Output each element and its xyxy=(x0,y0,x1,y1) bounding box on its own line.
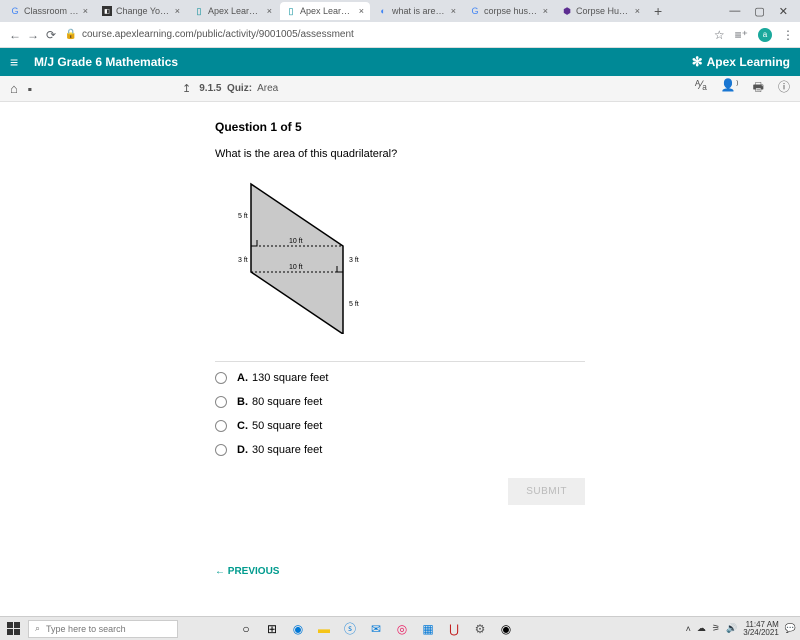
back-icon[interactable]: ← xyxy=(6,28,24,42)
profile-avatar[interactable]: a xyxy=(758,28,772,42)
brand-icon: ✻ xyxy=(692,54,703,70)
windows-start-icon[interactable] xyxy=(4,619,24,638)
submit-button[interactable]: SUBMIT xyxy=(508,478,585,505)
mcafee-icon[interactable]: ⋃ xyxy=(446,621,462,637)
volume-icon[interactable]: 🔊 xyxy=(726,623,737,634)
wifi-icon[interactable]: ⚞ xyxy=(712,623,720,634)
reload-icon[interactable]: ⟳ xyxy=(42,28,60,42)
course-title: M/J Grade 6 Mathematics xyxy=(34,55,178,69)
question-prompt: What is the area of this quadrilateral? xyxy=(215,148,585,160)
radio-icon[interactable] xyxy=(215,444,227,456)
previous-link[interactable]: ← PREVIOUS xyxy=(215,566,279,577)
apex-header: ≡ M/J Grade 6 Mathematics ✻ Apex Learnin… xyxy=(0,48,800,76)
new-tab-button[interactable]: + xyxy=(648,3,668,19)
browser-tab[interactable]: ◐what is area of× xyxy=(372,2,462,20)
mail-icon[interactable]: ✉ xyxy=(368,621,384,637)
label-mid-top: 10 ft xyxy=(289,238,303,245)
sub-toolbar: ⌂ 🞍 ↥ 9.1.5 Quiz: Area ᴬ⁄ₐ 👤⁾ 🖶 ⓘ xyxy=(0,76,800,102)
task-view-icon[interactable]: ⊞ xyxy=(264,621,280,637)
system-tray[interactable]: ˄ ☁ ⚞ 🔊 11:47 AM 3/24/2021 💬 xyxy=(686,621,796,637)
label-mid-left: 3 ft xyxy=(238,257,248,264)
close-icon[interactable]: × xyxy=(635,6,640,16)
chrome-icon[interactable]: ◉ xyxy=(498,621,514,637)
answer-option[interactable]: D. 30 square feet xyxy=(215,444,585,456)
question-figure: 5 ft 3 ft 10 ft 10 ft 3 ft 5 ft xyxy=(221,174,381,334)
close-icon[interactable]: × xyxy=(83,6,88,16)
minimize-icon[interactable]: — xyxy=(729,5,740,18)
divider xyxy=(215,361,585,362)
apex-icon: ▯ xyxy=(286,6,296,16)
label-mid-bottom: 10 ft xyxy=(289,264,303,271)
browser-address-bar: ← → ⟳ 🔒 course.apexlearning.com/public/a… xyxy=(0,22,800,48)
browser-tabstrip: GClassroom | Goo× ◧Change Your Pa× ▯Apex… xyxy=(0,0,800,22)
close-window-icon[interactable]: ✕ xyxy=(779,5,788,18)
translate-icon[interactable]: ᴬ⁄ₐ xyxy=(695,78,707,99)
radio-icon[interactable] xyxy=(215,420,227,432)
browser-tab[interactable]: ▯Apex Learning× xyxy=(188,2,278,20)
taskbar-clock[interactable]: 11:47 AM 3/24/2021 xyxy=(743,621,779,637)
radio-icon[interactable] xyxy=(215,372,227,384)
close-icon[interactable]: × xyxy=(359,6,364,16)
close-icon[interactable]: × xyxy=(451,6,456,16)
close-icon[interactable]: × xyxy=(267,6,272,16)
print-icon[interactable]: 🖶 xyxy=(753,78,764,99)
favicon-icon: ⬢ xyxy=(562,6,572,16)
browser-tab[interactable]: GClassroom | Goo× xyxy=(4,2,94,20)
app-icon[interactable]: ◎ xyxy=(394,621,410,637)
forward-icon[interactable]: → xyxy=(24,28,42,42)
read-aloud-icon[interactable]: 👤⁾ xyxy=(721,78,739,99)
answer-option[interactable]: A. 130 square feet xyxy=(215,372,585,384)
reading-list-icon[interactable]: ≡⁺ xyxy=(735,28,748,42)
brand-logo[interactable]: ✻ Apex Learning xyxy=(692,54,790,70)
search-placeholder: Type here to search xyxy=(46,624,126,634)
url-text[interactable]: course.apexlearning.com/public/activity/… xyxy=(78,29,714,40)
maximize-icon[interactable]: ▢ xyxy=(754,5,764,18)
question-title: Question 1 of 5 xyxy=(215,120,585,134)
search-icon: ⌕ xyxy=(35,623,40,634)
notifications-icon[interactable]: 💬 xyxy=(785,623,796,634)
google-icon: G xyxy=(470,6,480,16)
favicon-icon: ◧ xyxy=(102,6,112,16)
label-mid-right: 3 ft xyxy=(349,257,359,264)
taskbar-search[interactable]: ⌕ Type here to search xyxy=(28,620,178,638)
briefcase-icon[interactable]: 🞍 xyxy=(28,81,32,97)
store-icon[interactable]: ⓢ xyxy=(342,621,358,637)
lock-icon: 🔒 xyxy=(64,29,78,40)
browser-tab[interactable]: Gcorpse husband× xyxy=(464,2,554,20)
breadcrumb: 9.1.5 Quiz: Area xyxy=(199,83,278,94)
up-arrow-icon[interactable]: ↥ xyxy=(182,82,191,95)
tray-chevron-icon[interactable]: ˄ xyxy=(686,624,691,634)
edge-icon[interactable]: ◉ xyxy=(290,621,306,637)
loading-icon: ◐ xyxy=(378,6,388,16)
close-icon[interactable]: × xyxy=(543,6,548,16)
star-icon[interactable]: ☆ xyxy=(714,28,725,42)
menu-icon[interactable]: ⋮ xyxy=(782,28,794,42)
answer-option[interactable]: B. 80 square feet xyxy=(215,396,585,408)
onedrive-icon[interactable]: ☁ xyxy=(697,623,706,634)
windows-taskbar: ⌕ Type here to search ○ ⊞ ◉ ▬ ⓢ ✉ ◎ ▦ ⋃ … xyxy=(0,616,800,640)
cortana-icon[interactable]: ○ xyxy=(238,621,254,637)
ms-store-icon[interactable]: ▦ xyxy=(420,621,436,637)
browser-tab[interactable]: ◧Change Your Pa× xyxy=(96,2,186,20)
help-icon[interactable]: ⓘ xyxy=(778,78,790,99)
content-area: Question 1 of 5 What is the area of this… xyxy=(0,102,800,590)
label-bottom-right: 5 ft xyxy=(349,301,359,308)
google-icon: G xyxy=(10,6,20,16)
label-top-left: 5 ft xyxy=(238,213,248,220)
radio-icon[interactable] xyxy=(215,396,227,408)
close-icon[interactable]: × xyxy=(175,6,180,16)
answer-options: A. 130 square feet B. 80 square feet C. … xyxy=(215,372,585,456)
browser-tab[interactable]: ⬢Corpse Husban× xyxy=(556,2,646,20)
menu-hamburger-icon[interactable]: ≡ xyxy=(10,54,28,70)
settings-icon[interactable]: ⚙ xyxy=(472,621,488,637)
answer-option[interactable]: C. 50 square feet xyxy=(215,420,585,432)
browser-tab[interactable]: ▯Apex Learning× xyxy=(280,2,370,20)
explorer-icon[interactable]: ▬ xyxy=(316,621,332,637)
home-icon[interactable]: ⌂ xyxy=(10,81,18,96)
apex-icon: ▯ xyxy=(194,6,204,16)
